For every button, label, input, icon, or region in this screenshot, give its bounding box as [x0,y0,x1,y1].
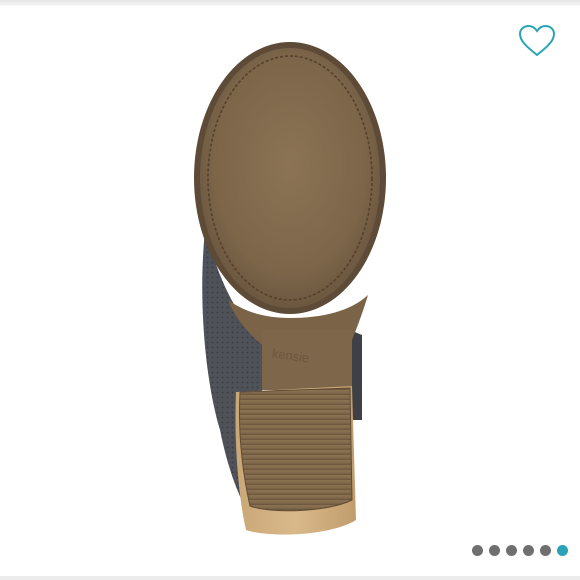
carousel-dot-5[interactable] [540,544,551,556]
carousel-dot-3[interactable] [506,544,517,556]
heart-outline-icon [518,24,556,57]
bottom-divider [0,576,580,580]
carousel-dot-1[interactable] [472,544,483,556]
carousel-dot-4[interactable] [523,544,534,556]
carousel-dot-6-active[interactable] [557,544,568,556]
carousel-pagination [472,543,568,557]
product-image-viewer: kensie [0,0,580,580]
like-button[interactable] [517,23,557,59]
product-photo-shoe-sole: kensie [194,42,386,535]
carousel-dot-2[interactable] [489,544,500,556]
